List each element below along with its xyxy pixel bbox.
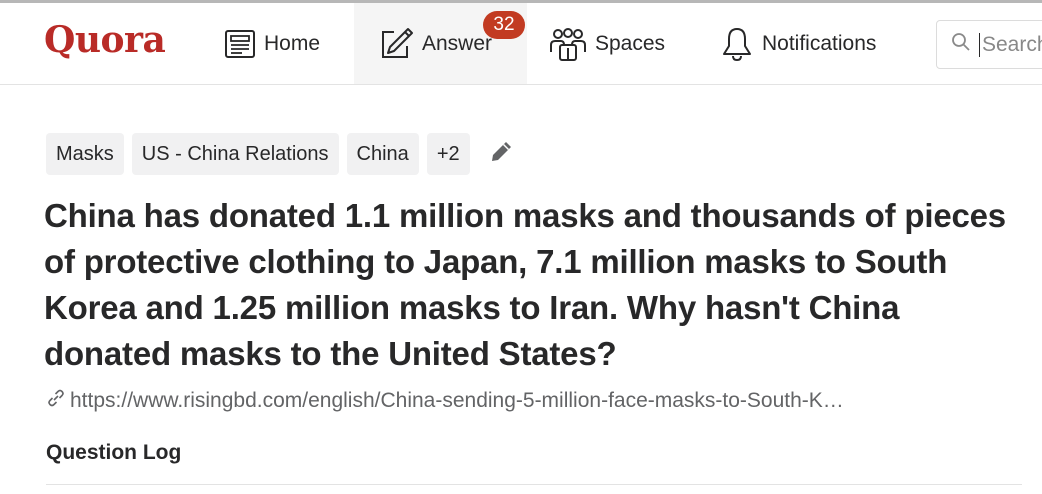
question-title: China has donated 1.1 million masks and … [44, 197, 1006, 372]
search-box[interactable] [936, 20, 1042, 69]
pencil-square-icon [378, 26, 414, 62]
more-topics-chip[interactable]: +2 [426, 133, 470, 175]
topic-chip[interactable]: Masks [46, 133, 124, 175]
nav-spaces[interactable]: Spaces [549, 3, 665, 84]
divider [46, 484, 1022, 485]
question-log-link[interactable]: Question Log [46, 441, 181, 465]
search-input[interactable] [979, 32, 1042, 57]
nav-spaces-label: Spaces [595, 31, 666, 55]
nav-answer-label: Answer [422, 31, 493, 55]
nav-home-label: Home [264, 31, 321, 55]
quora-logo[interactable]: Quora [44, 19, 166, 61]
source-url[interactable]: https://www.risingbd.com/english/China-s… [70, 389, 844, 413]
nav-home[interactable]: Home [224, 3, 320, 84]
topic-chip[interactable]: US - China Relations [131, 133, 339, 175]
nav-notifications[interactable]: Notifications [720, 3, 876, 84]
home-icon [224, 29, 256, 59]
bell-icon [720, 26, 754, 62]
nav-notifications-label: Notifications [762, 31, 877, 55]
question-source-link[interactable]: https://www.risingbd.com/english/China-s… [46, 388, 1026, 414]
search-icon [951, 32, 971, 57]
pencil-icon[interactable] [488, 139, 514, 170]
nav-answer[interactable]: Answer 32 [354, 3, 527, 84]
topic-chip[interactable]: China [346, 133, 419, 175]
topic-list: Masks US - China Relations China +2 [46, 133, 514, 175]
link-icon [46, 388, 66, 414]
top-navigation-bar: Quora Home Answer 32 Spaces Notification… [0, 3, 1042, 85]
people-group-icon [549, 26, 587, 62]
answer-count-badge: 32 [483, 11, 525, 39]
